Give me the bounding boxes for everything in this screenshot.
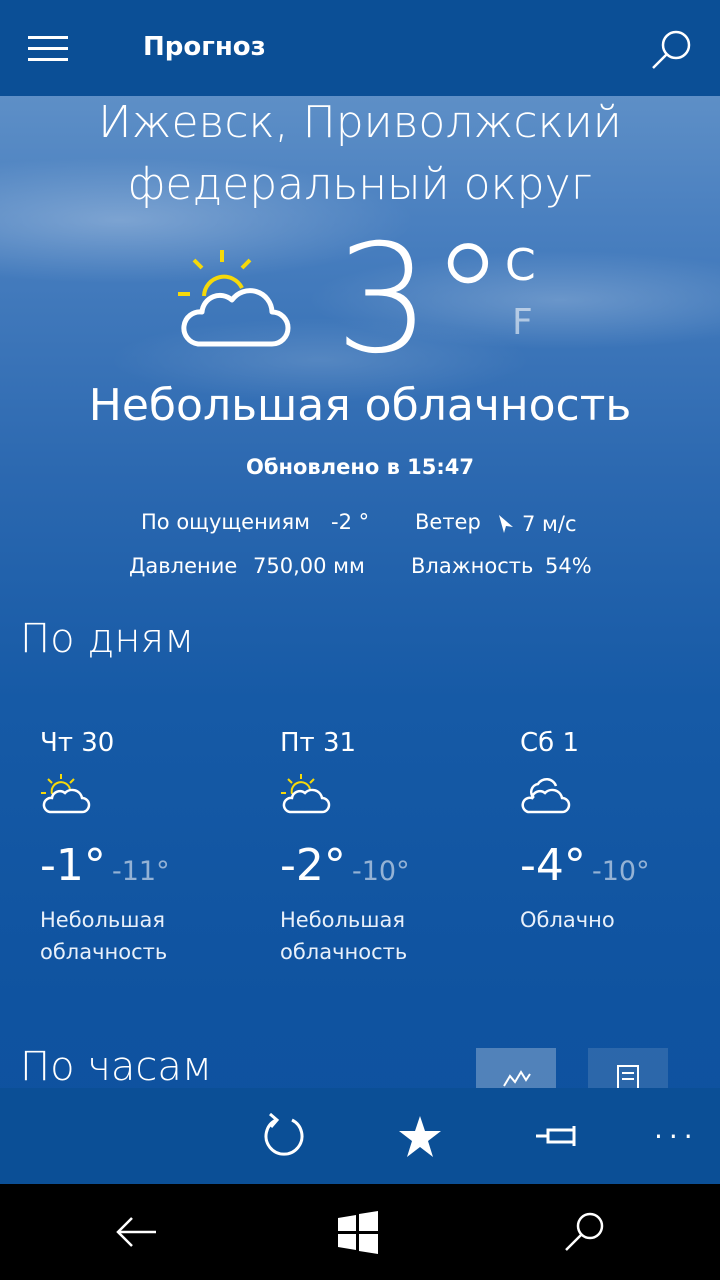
pressure-value: 750,00 мм <box>253 554 365 578</box>
app-title: Прогноз <box>143 32 266 62</box>
partly-sunny-icon <box>281 774 331 814</box>
day-high-temp: -4° <box>520 840 586 891</box>
day-name: Пт 31 <box>280 728 357 758</box>
day-condition-line-1: Небольшая <box>40 908 166 932</box>
day-high-temp: -1° <box>40 840 106 891</box>
wind-direction-icon <box>499 515 513 533</box>
refresh-icon[interactable] <box>256 1108 312 1164</box>
updated-time: Обновлено в 15:47 <box>245 455 475 479</box>
day-card-2[interactable]: Пт 31 -2° -10° Небольшая облачность <box>280 728 510 964</box>
location-line-2: федеральный округ <box>127 159 593 210</box>
day-condition-line-1: Облачно <box>520 908 615 932</box>
wind-label: Ветер <box>415 510 481 534</box>
location-name: Ижевск, Приволжский федеральный округ <box>0 92 720 216</box>
day-condition-line-1: Небольшая <box>280 908 406 932</box>
favorite-star-icon[interactable] <box>392 1108 448 1164</box>
command-bar <box>0 1088 720 1184</box>
pressure-label: Давление <box>129 554 238 578</box>
day-condition-line-2: облачность <box>280 940 408 964</box>
day-card-3[interactable]: Сб 1 -4° -10° Облачно <box>520 728 710 932</box>
chart-view-button[interactable] <box>476 1048 556 1092</box>
hamburger-menu-icon[interactable] <box>28 36 68 62</box>
day-condition: Небольшая облачность <box>40 904 167 968</box>
current-temperature: 3° <box>335 213 506 387</box>
chart-icon <box>503 1070 531 1087</box>
day-high-temp: -2° <box>280 840 346 891</box>
search-icon[interactable] <box>558 1204 614 1260</box>
cloudy-icon <box>521 777 571 814</box>
day-condition-line-2: облачность <box>40 940 168 964</box>
day-condition: Небольшая облачность <box>280 904 407 968</box>
humidity-value: 54% <box>545 554 592 578</box>
day-name: Сб 1 <box>520 728 579 758</box>
top-app-bar: Прогноз <box>0 0 720 96</box>
day-condition: Облачно <box>520 904 615 936</box>
feels-like-value: -2 ° <box>331 510 370 534</box>
feels-like-label: По ощущениям <box>141 510 310 534</box>
partly-sunny-icon <box>178 250 291 347</box>
day-card-1[interactable]: Чт 30 -1° -11° Небольшая облачность <box>40 728 270 964</box>
day-low-temp: -11° <box>112 856 170 887</box>
unit-celsius-toggle[interactable]: C <box>505 240 536 291</box>
more-options-icon[interactable]: ··· <box>654 1120 699 1153</box>
list-icon <box>617 1065 639 1090</box>
hourly-section-title: По часам <box>20 1044 213 1090</box>
day-name: Чт 30 <box>40 728 115 758</box>
pin-icon[interactable] <box>530 1108 586 1164</box>
partly-sunny-icon <box>41 774 91 814</box>
search-icon[interactable] <box>648 26 696 74</box>
unit-fahrenheit-toggle[interactable]: F <box>512 302 533 343</box>
daily-section-title: По дням <box>20 616 195 662</box>
humidity-label: Влажность <box>411 554 534 578</box>
location-line-1: Ижевск, Приволжский <box>98 97 622 148</box>
list-view-button[interactable] <box>588 1048 668 1092</box>
system-navigation-bar <box>0 1184 720 1280</box>
day-low-temp: -10° <box>352 856 410 887</box>
wind-value: 7 м/с <box>522 512 577 536</box>
current-condition: Небольшая облачность <box>88 380 632 431</box>
day-low-temp: -10° <box>592 856 650 887</box>
windows-start-icon[interactable] <box>330 1204 386 1260</box>
back-arrow-icon[interactable] <box>108 1204 164 1260</box>
